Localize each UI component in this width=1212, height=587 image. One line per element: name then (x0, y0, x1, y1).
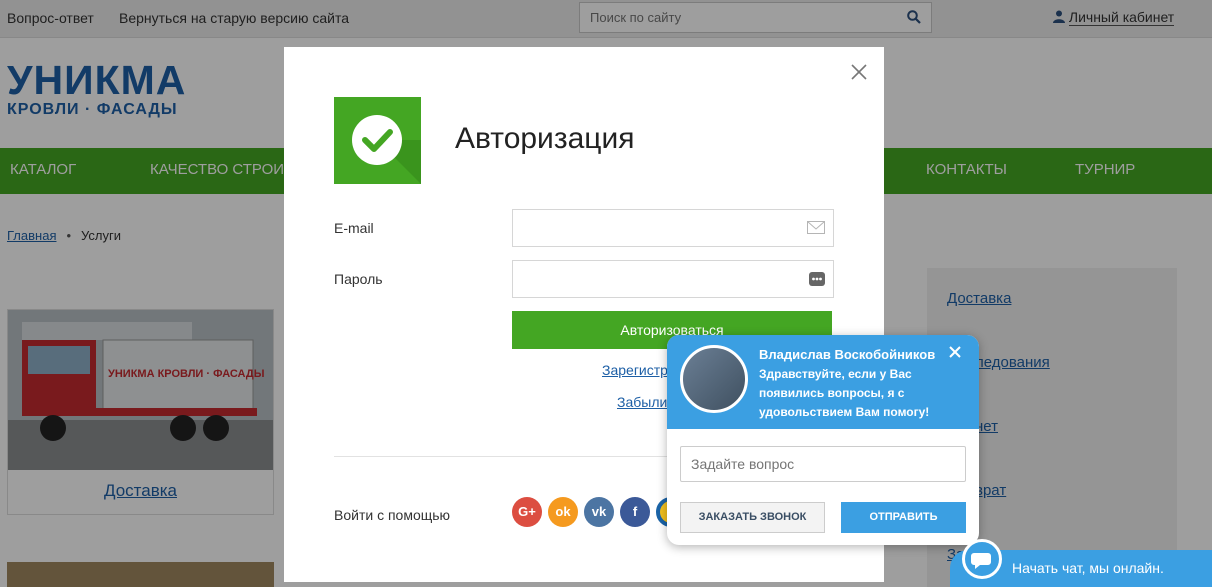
envelope-icon (807, 221, 825, 234)
email-input[interactable] (513, 210, 793, 246)
checkmark-icon (352, 115, 421, 184)
operator-avatar (680, 345, 748, 413)
chat-launcher-label: Начать чат, мы онлайн. (1012, 560, 1164, 576)
password-dots-icon (809, 272, 825, 286)
modal-title: Авторизация (455, 122, 635, 155)
email-field (512, 209, 834, 247)
social-login-label: Войти с помощью (334, 507, 451, 523)
chat-header: Владислав Воскобойников Здравствуйте, ес… (667, 335, 979, 429)
chat-question-input[interactable] (681, 447, 951, 481)
close-icon[interactable] (850, 63, 868, 81)
password-input[interactable] (513, 261, 793, 297)
operator-name: Владислав Воскобойников (759, 347, 936, 362)
facebook-icon[interactable]: f (620, 497, 650, 527)
register-link[interactable]: Зарегистр (602, 362, 668, 378)
chat-widget: Владислав Воскобойников Здравствуйте, ес… (667, 335, 979, 545)
request-call-button[interactable]: ЗАКАЗАТЬ ЗВОНОК (680, 502, 825, 533)
email-label: E-mail (334, 220, 374, 236)
chat-question-field (680, 446, 966, 482)
auth-badge (334, 97, 421, 184)
forgot-password-link[interactable]: Забыли (617, 394, 667, 410)
password-field (512, 260, 834, 298)
chat-bubble-icon[interactable] (962, 539, 1002, 579)
google-plus-icon[interactable]: G+ (512, 497, 542, 527)
send-button[interactable]: ОТПРАВИТЬ (841, 502, 966, 533)
vk-icon[interactable]: vk (584, 497, 614, 527)
password-label: Пароль (334, 271, 383, 287)
operator-greeting: Здравствуйте, если у Вас появились вопро… (759, 367, 930, 419)
close-chat-icon[interactable] (949, 346, 961, 358)
odnoklassniki-icon[interactable]: ok (548, 497, 578, 527)
